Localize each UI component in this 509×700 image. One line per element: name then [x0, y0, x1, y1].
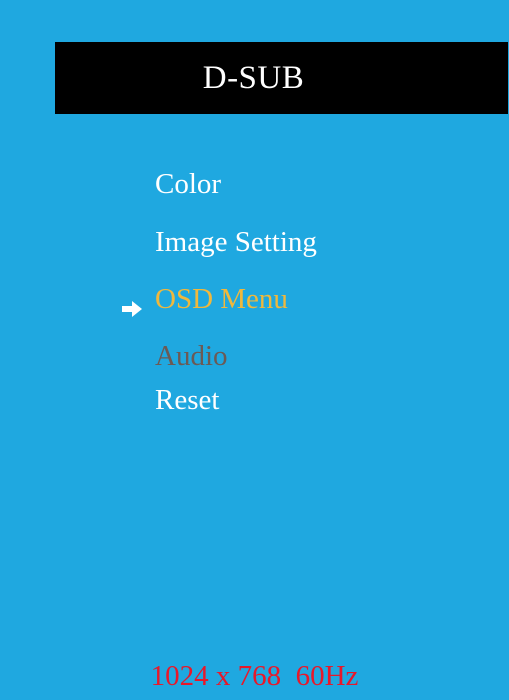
- input-source-banner: D-SUB: [55, 42, 508, 114]
- menu-item-audio: Audio: [155, 340, 228, 372]
- right-arrow-icon: [122, 301, 142, 317]
- menu-item-image-setting[interactable]: Image Setting: [155, 228, 317, 257]
- input-source-title: D-SUB: [202, 59, 305, 96]
- menu-item-color[interactable]: Color: [155, 170, 221, 199]
- menu-item-reset[interactable]: Reset: [155, 386, 219, 415]
- resolution-status: 1024 x 768 60Hz: [150, 660, 359, 692]
- osd-screen: D-SUB Color Image Setting OSD Menu Audio…: [0, 0, 509, 700]
- menu-item-osd-menu[interactable]: OSD Menu: [155, 285, 288, 314]
